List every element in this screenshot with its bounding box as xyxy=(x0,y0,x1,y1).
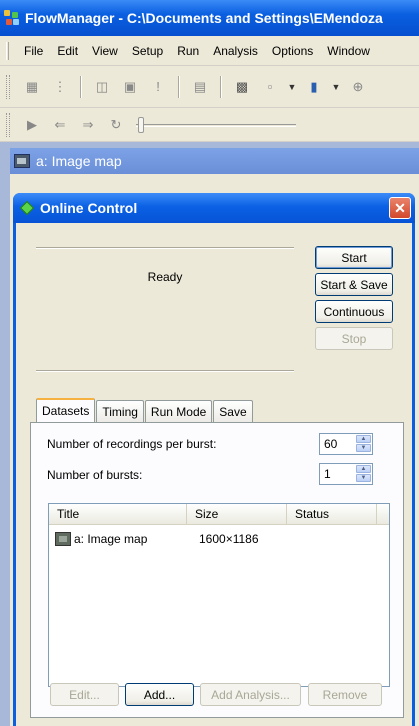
close-button[interactable]: ✕ xyxy=(389,197,411,219)
bursts-value: 1 xyxy=(324,467,331,481)
list-header: Title Size Status xyxy=(49,504,389,525)
menu-edit[interactable]: Edit xyxy=(50,44,85,58)
datasets-list[interactable]: Title Size Status a: Image map 1600×1186 xyxy=(48,503,390,687)
menu-analysis[interactable]: Analysis xyxy=(206,44,265,58)
target-icon[interactable]: ⊕ xyxy=(347,76,369,98)
online-control-dialog: Online Control ✕ Ready Start Start & Sav… xyxy=(13,193,415,726)
child-window-title: a: Image map xyxy=(36,153,122,169)
equipment-icon[interactable]: ▦ xyxy=(21,76,43,98)
start-button[interactable]: Start xyxy=(315,246,393,269)
dialog-title: Online Control xyxy=(40,200,138,216)
column-header-size[interactable]: Size xyxy=(187,504,287,524)
tab-run-mode[interactable]: Run Mode xyxy=(144,400,213,422)
column-header-title[interactable]: Title xyxy=(49,504,187,524)
list-item-size: 1600×1186 xyxy=(199,532,259,546)
toolbar-separator xyxy=(220,75,222,98)
menu-bar: File Edit View Setup Run Analysis Option… xyxy=(0,36,419,66)
datasets-panel: Number of recordings per burst: 60 ▲ ▼ N… xyxy=(30,422,404,718)
spin-up-icon[interactable]: ▲ xyxy=(356,465,371,473)
spin-down-icon[interactable]: ▼ xyxy=(356,444,371,452)
start-save-button[interactable]: Start & Save xyxy=(315,273,393,296)
toolbar-grip xyxy=(6,112,10,137)
image-map-icon xyxy=(14,154,30,168)
toolbar-separator xyxy=(178,75,180,98)
add-button[interactable]: Add... xyxy=(125,683,194,706)
back-arrow-icon[interactable]: ⇐ xyxy=(49,114,71,136)
recordings-per-burst-value: 60 xyxy=(324,437,338,451)
flowmanager-logo-icon xyxy=(4,10,20,26)
menu-window[interactable]: Window xyxy=(320,44,377,58)
app-title-bar: FlowManager - C:\Documents and Settings\… xyxy=(0,0,419,36)
status-text: Ready xyxy=(147,270,183,284)
tab-datasets[interactable]: Datasets xyxy=(36,398,96,422)
chevron-down-icon[interactable]: ▼ xyxy=(287,76,297,98)
list-item[interactable]: a: Image map 1600×1186 xyxy=(49,529,389,549)
menu-grip xyxy=(6,41,9,60)
image-map-icon xyxy=(55,532,71,546)
frame-slider[interactable] xyxy=(136,116,296,133)
bursts-label: Number of bursts: xyxy=(47,468,143,482)
device-icon[interactable]: ⋮ xyxy=(49,76,71,98)
table-icon[interactable]: ▤ xyxy=(189,76,211,98)
recordings-per-burst-stepper[interactable]: 60 ▲ ▼ xyxy=(319,433,373,455)
list-item-title: a: Image map xyxy=(74,532,148,546)
camera-icon[interactable]: ◫ xyxy=(91,76,113,98)
main-toolbar: ▦ ⋮ ◫ ▣ ! ▤ ▩ ▫ ▼ ▮ ▼ ⊕ xyxy=(0,66,419,108)
stop-button[interactable]: Stop xyxy=(315,327,393,350)
slider-thumb[interactable] xyxy=(138,116,144,133)
playback-toolbar: ▶ ⇐ ⇒ ↻ xyxy=(0,108,419,142)
child-window-title-bar[interactable]: a: Image map xyxy=(10,148,419,174)
close-icon: ✕ xyxy=(394,199,406,216)
menu-file[interactable]: File xyxy=(17,44,50,58)
dialog-title-bar[interactable]: Online Control xyxy=(13,193,415,223)
tab-strip: Datasets Timing Run Mode Save xyxy=(36,398,254,422)
refresh-icon[interactable]: ↻ xyxy=(105,114,127,136)
edit-button[interactable]: Edit... xyxy=(50,683,119,706)
ratio-icon[interactable]: ▣ xyxy=(119,76,141,98)
color-map-icon[interactable]: ▮ xyxy=(303,76,325,98)
menu-run[interactable]: Run xyxy=(170,44,206,58)
column-header-status[interactable]: Status xyxy=(287,504,377,524)
new-dataset-icon[interactable]: ▫ xyxy=(259,76,281,98)
bursts-stepper[interactable]: 1 ▲ ▼ xyxy=(319,463,373,485)
menu-view[interactable]: View xyxy=(85,44,125,58)
remove-button[interactable]: Remove xyxy=(308,683,382,706)
status-area: Ready xyxy=(36,247,294,372)
alert-icon[interactable]: ! xyxy=(147,76,169,98)
toolbar-grip xyxy=(6,74,10,99)
menu-setup[interactable]: Setup xyxy=(125,44,170,58)
menu-options[interactable]: Options xyxy=(265,44,320,58)
chevron-down-icon[interactable]: ▼ xyxy=(331,76,341,98)
spin-down-icon[interactable]: ▼ xyxy=(356,474,371,482)
add-analysis-button[interactable]: Add Analysis... xyxy=(200,683,301,706)
online-control-icon xyxy=(19,200,35,216)
play-movie-icon[interactable]: ▶ xyxy=(21,114,43,136)
spin-up-icon[interactable]: ▲ xyxy=(356,435,371,443)
delete-dataset-icon[interactable]: ▩ xyxy=(231,76,253,98)
app-title: FlowManager - C:\Documents and Settings\… xyxy=(25,10,383,26)
toolbar-separator xyxy=(80,75,82,98)
tab-timing[interactable]: Timing xyxy=(96,400,144,422)
continuous-button[interactable]: Continuous xyxy=(315,300,393,323)
tab-save[interactable]: Save xyxy=(213,400,253,422)
dialog-body: Ready Start Start & Save Continuous Stop… xyxy=(16,223,412,726)
slider-track xyxy=(136,123,296,127)
forward-arrow-icon[interactable]: ⇒ xyxy=(77,114,99,136)
recordings-per-burst-label: Number of recordings per burst: xyxy=(47,437,217,451)
